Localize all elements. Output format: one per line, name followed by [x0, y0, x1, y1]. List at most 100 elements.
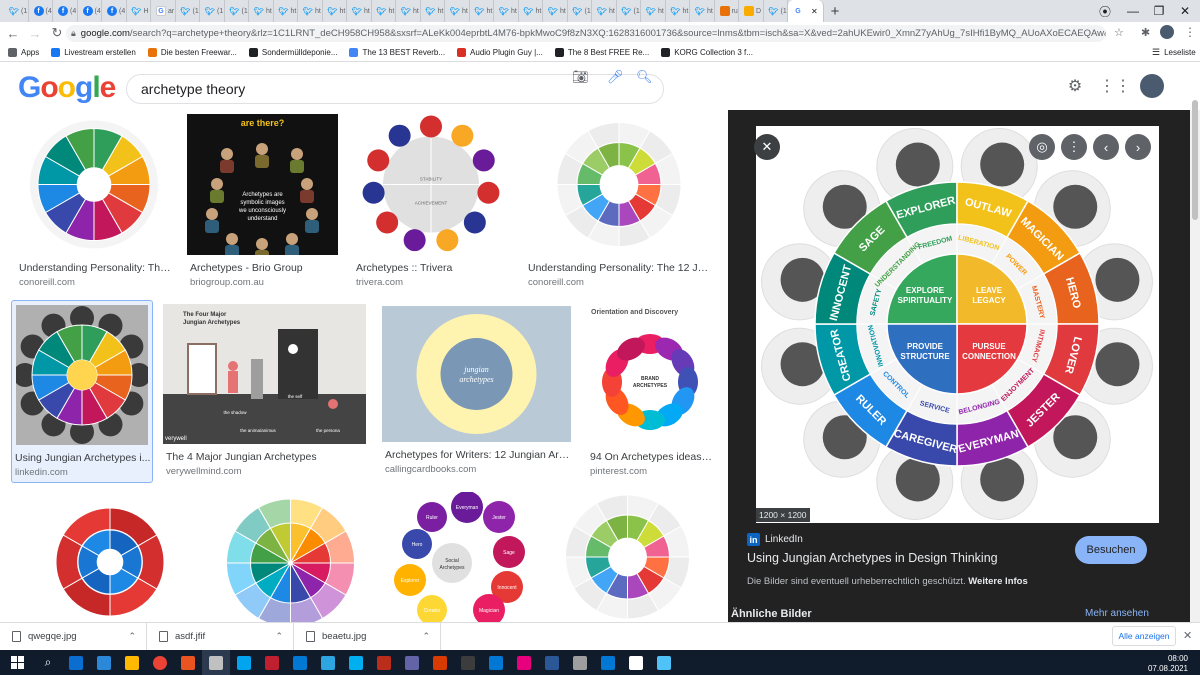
- forward-icon[interactable]: →: [24, 26, 46, 41]
- result-thumbnail[interactable]: are there? Archetypes are symbolic images w…: [187, 114, 338, 255]
- result-source[interactable]: linkedin.com: [15, 467, 68, 478]
- browser-tab[interactable]: 🐦︎ (1: [617, 0, 641, 22]
- bookmark-item[interactable]: The 13 BEST Reverb...: [349, 48, 445, 57]
- chevron-up-icon[interactable]: ⌃: [128, 631, 136, 642]
- browser-tab[interactable]: 🐦︎ ht: [372, 0, 396, 22]
- maximize-button[interactable]: ❐: [1146, 0, 1172, 22]
- browser-tab[interactable]: D: [739, 0, 764, 22]
- taskbar-app-icon[interactable]: [258, 650, 286, 675]
- bookmark-item[interactable]: KORG Collection 3 f...: [661, 48, 753, 57]
- star-icon[interactable]: ☆: [1114, 26, 1124, 39]
- see-more-link[interactable]: Mehr ansehen: [1085, 608, 1149, 619]
- result-source[interactable]: conoreill.com: [528, 277, 584, 288]
- browser-tab[interactable]: 🐦︎ (1: [225, 0, 249, 22]
- taskbar-app-icon[interactable]: [594, 650, 622, 675]
- result-thumbnail[interactable]: Orientation and Discovery BRAND ARCHETYPES: [587, 304, 713, 444]
- browser-tab[interactable]: 🐦︎ H: [127, 0, 151, 22]
- taskbar-app-icon[interactable]: [146, 650, 174, 675]
- download-item[interactable]: qwegqe.jpg ⌃: [0, 622, 147, 651]
- close-tab-icon[interactable]: ✕: [811, 7, 818, 16]
- extensions-icon[interactable]: ✱: [1141, 26, 1150, 39]
- bookmark-item[interactable]: Sondermülldeponie...: [248, 48, 337, 57]
- result-thumbnail[interactable]: [16, 114, 172, 255]
- browser-tab[interactable]: f (4: [102, 0, 127, 22]
- windows-start-icon[interactable]: [0, 650, 34, 675]
- browser-tab[interactable]: 🐦︎ ht: [519, 0, 543, 22]
- profile-avatar[interactable]: [1160, 25, 1174, 39]
- browser-tab[interactable]: 🐦︎ ht: [641, 0, 666, 22]
- preview-image[interactable]: EXPLORER FREEDOM OUTLAW LIBERATION MAGICIAN P…: [756, 126, 1159, 523]
- browser-tab[interactable]: 🐦︎ (1: [764, 0, 788, 22]
- browser-tab[interactable]: 🐦︎ ht: [421, 0, 445, 22]
- browser-tab[interactable]: 🐦︎ (1: [200, 0, 225, 22]
- minimize-button[interactable]: ⦿: [1092, 0, 1118, 22]
- taskbar-app-icon[interactable]: [510, 650, 538, 675]
- taskbar-app-icon[interactable]: [566, 650, 594, 675]
- bookmark-item[interactable]: Die besten Freewar...: [147, 48, 237, 57]
- browser-tab[interactable]: 🐦︎ ht: [690, 0, 715, 22]
- browser-tab[interactable]: 🐦︎ ht: [592, 0, 617, 22]
- taskbar-app-icon[interactable]: [342, 650, 370, 675]
- result-title[interactable]: Understanding Personality: The 1...: [19, 262, 171, 274]
- result-title[interactable]: Understanding Personality: The 12 Jungi.…: [528, 262, 712, 274]
- browser-tab[interactable]: 🐦︎ ht: [543, 0, 568, 22]
- result-source[interactable]: callingcardbooks.com: [385, 464, 476, 475]
- close-preview-icon[interactable]: ✕: [754, 134, 780, 160]
- browser-tab[interactable]: 🐦︎ ht: [470, 0, 494, 22]
- browser-tab[interactable]: f (4: [53, 0, 78, 22]
- settings-gear-icon[interactable]: ⚙: [1063, 74, 1087, 98]
- taskbar-app-icon[interactable]: [286, 650, 314, 675]
- show-all-downloads-button[interactable]: Alle anzeigen: [1112, 626, 1176, 646]
- result-thumbnail[interactable]: [16, 492, 204, 622]
- result-source[interactable]: conoreill.com: [19, 277, 75, 288]
- image-result-card[interactable]: Using Jungian Archetypes i... linkedin.co…: [11, 300, 153, 483]
- taskbar-app-icon[interactable]: [538, 650, 566, 675]
- taskbar-app-icon[interactable]: [314, 650, 342, 675]
- browser-tab[interactable]: 🐦︎ ht: [274, 0, 298, 22]
- search-icon[interactable]: 🔍︎: [636, 69, 653, 85]
- taskbar-app-icon[interactable]: [62, 650, 90, 675]
- result-title[interactable]: Archetypes - Brio Group: [190, 262, 337, 274]
- browser-tab-active[interactable]: GG✕: [788, 0, 824, 22]
- taskbar-app-icon[interactable]: [370, 650, 398, 675]
- result-source[interactable]: trivera.com: [356, 277, 403, 288]
- result-thumbnail[interactable]: [525, 114, 713, 255]
- result-title[interactable]: Archetypes :: Trivera: [356, 262, 508, 274]
- taskbar-app-icon[interactable]: [118, 650, 146, 675]
- lens-search-icon[interactable]: ◎: [1029, 134, 1055, 160]
- bookmark-item[interactable]: Audio Plugin Guy |...: [457, 48, 543, 57]
- browser-tab[interactable]: f (4: [78, 0, 102, 22]
- browser-tab[interactable]: f (4: [29, 0, 53, 22]
- result-thumbnail[interactable]: [219, 492, 362, 622]
- browser-tab[interactable]: 🐦︎ ht: [445, 0, 470, 22]
- restore-button[interactable]: —: [1120, 0, 1146, 22]
- browser-tab[interactable]: 🐦︎ ht: [396, 0, 421, 22]
- result-thumbnail[interactable]: The Four Major Jungian Archetypes the self…: [163, 304, 366, 444]
- browser-tab[interactable]: 🐦︎ ht: [347, 0, 372, 22]
- browser-tab[interactable]: 🐦︎ (1: [4, 0, 29, 22]
- result-thumbnail[interactable]: [16, 305, 148, 445]
- browser-tab[interactable]: 🐦︎ (1: [568, 0, 592, 22]
- taskbar-app-icon[interactable]: [622, 650, 650, 675]
- result-title[interactable]: Using Jungian Archetypes i...: [15, 452, 153, 464]
- taskbar-app-icon[interactable]: [398, 650, 426, 675]
- browser-tab[interactable]: 🐦︎ ht: [494, 0, 519, 22]
- visit-button[interactable]: Besuchen: [1075, 536, 1147, 564]
- more-options-icon[interactable]: ⋮: [1061, 134, 1087, 160]
- browser-tab[interactable]: Gar: [151, 0, 176, 22]
- preview-source[interactable]: in LinkedIn: [747, 533, 803, 546]
- result-source[interactable]: verywellmind.com: [166, 466, 242, 477]
- browser-tab[interactable]: ru: [715, 0, 739, 22]
- back-icon[interactable]: ←: [2, 26, 24, 41]
- taskbar-app-icon[interactable]: [202, 650, 230, 675]
- lock-icon[interactable]: 🔒︎: [71, 28, 76, 39]
- taskbar-app-icon[interactable]: [650, 650, 678, 675]
- search-icon[interactable]: ⌕: [34, 650, 62, 675]
- apps-grid-icon[interactable]: ⋮⋮: [1099, 74, 1131, 98]
- result-title[interactable]: Archetypes for Writers: 12 Jungian Arche…: [385, 449, 570, 461]
- result-thumbnail[interactable]: jungian archetypes: [382, 306, 571, 442]
- result-source[interactable]: briogroup.com.au: [190, 277, 264, 288]
- bookmark-item[interactable]: The 8 Best FREE Re...: [554, 48, 649, 57]
- browser-tab[interactable]: 🐦︎ (1: [176, 0, 200, 22]
- taskbar-app-icon[interactable]: [230, 650, 258, 675]
